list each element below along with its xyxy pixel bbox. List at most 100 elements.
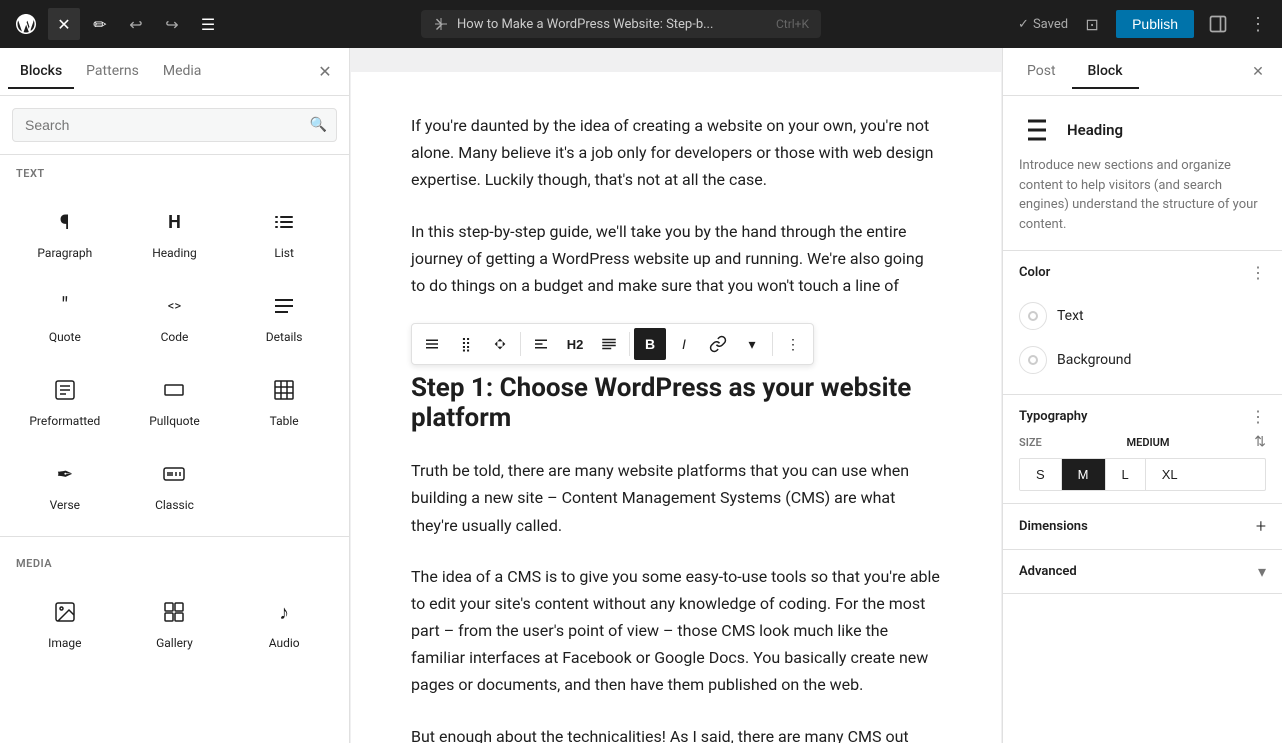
document-title-bar[interactable]: How to Make a WordPress Website: Step-b.… bbox=[421, 10, 821, 38]
size-l-button[interactable]: L bbox=[1106, 459, 1146, 490]
left-sidebar: Blocks Patterns Media ✕ 🔍 TEXT ¶ Paragra… bbox=[0, 48, 350, 743]
size-adjust-icon[interactable]: ⇅ bbox=[1254, 434, 1266, 450]
advanced-section: Advanced ▾ bbox=[1003, 550, 1282, 594]
editor-main: If you're daunted by the idea of creatin… bbox=[350, 48, 1002, 743]
topbar-shortcut: Ctrl+K bbox=[776, 17, 809, 31]
media-section-label: MEDIA bbox=[0, 545, 349, 578]
toolbar-bold-button[interactable]: B bbox=[634, 328, 666, 360]
tab-media[interactable]: Media bbox=[151, 55, 214, 89]
text-color-indicator bbox=[1028, 311, 1038, 321]
tab-post[interactable]: Post bbox=[1011, 55, 1072, 89]
toolbar-align-button[interactable] bbox=[525, 328, 557, 360]
block-item-audio[interactable]: ♪ Audio bbox=[231, 582, 337, 662]
view-button[interactable]: ⊡ bbox=[1076, 8, 1108, 40]
tab-patterns[interactable]: Patterns bbox=[74, 55, 151, 89]
dimensions-add-button[interactable]: + bbox=[1256, 516, 1266, 537]
color-option-background[interactable]: Background bbox=[1019, 338, 1266, 382]
block-item-image[interactable]: Image bbox=[12, 582, 118, 662]
toolbar-italic-button[interactable]: I bbox=[668, 328, 700, 360]
editor-paragraph-5[interactable]: But enough about the technicalities! As … bbox=[411, 723, 941, 743]
toolbar-options-button[interactable]: ⋮ bbox=[777, 328, 809, 360]
publish-button[interactable]: Publish bbox=[1116, 10, 1194, 38]
color-section-title: Color bbox=[1019, 265, 1050, 280]
color-option-text[interactable]: Text bbox=[1019, 294, 1266, 338]
redo-button[interactable]: ↪ bbox=[156, 8, 188, 40]
editor-paragraph-2[interactable]: In this step-by-step guide, we'll take y… bbox=[411, 218, 941, 300]
advanced-header[interactable]: Advanced ▾ bbox=[1019, 562, 1266, 581]
block-item-gallery[interactable]: Gallery bbox=[122, 582, 228, 662]
typography-more-button[interactable]: ⋮ bbox=[1250, 407, 1266, 426]
toolbar-move-button[interactable] bbox=[484, 328, 516, 360]
close-editor-button[interactable]: ✕ bbox=[48, 8, 80, 40]
block-item-quote[interactable]: " Quote bbox=[12, 276, 118, 356]
editor-paragraph-1[interactable]: If you're daunted by the idea of creatin… bbox=[411, 112, 941, 194]
gallery-label: Gallery bbox=[156, 636, 193, 650]
audio-icon: ♪ bbox=[266, 594, 302, 630]
tab-blocks[interactable]: Blocks bbox=[8, 55, 74, 89]
background-color-swatch[interactable] bbox=[1019, 346, 1047, 374]
more-options-button[interactable]: ⋮ bbox=[1242, 8, 1274, 40]
size-s-button[interactable]: S bbox=[1020, 459, 1062, 490]
heading-icon: H bbox=[156, 204, 192, 240]
tab-block[interactable]: Block bbox=[1072, 55, 1139, 89]
editor-heading[interactable]: Step 1: Choose WordPress as your website… bbox=[411, 373, 941, 433]
advanced-chevron-icon: ▾ bbox=[1258, 562, 1266, 581]
search-container: 🔍 bbox=[0, 96, 349, 155]
list-label: List bbox=[274, 246, 294, 260]
image-icon bbox=[47, 594, 83, 630]
image-label: Image bbox=[48, 636, 81, 650]
search-input[interactable] bbox=[12, 108, 337, 142]
size-m-button[interactable]: M bbox=[1062, 459, 1106, 490]
sidebar-toggle-button[interactable] bbox=[1202, 8, 1234, 40]
toolbar-justify-button[interactable] bbox=[593, 328, 625, 360]
size-buttons: S M L XL bbox=[1019, 458, 1266, 491]
text-color-label: Text bbox=[1057, 308, 1084, 324]
typography-section: Typography ⋮ SIZE MEDIUM ⇅ S M L XL bbox=[1003, 395, 1282, 504]
background-color-indicator bbox=[1028, 355, 1038, 365]
wp-logo[interactable] bbox=[8, 6, 44, 42]
block-item-details[interactable]: Details bbox=[231, 276, 337, 356]
toolbar-h2-button[interactable]: H2 bbox=[559, 328, 591, 360]
quote-label: Quote bbox=[49, 330, 81, 344]
editor-paragraph-3[interactable]: Truth be told, there are many website pl… bbox=[411, 457, 941, 539]
main-layout: Blocks Patterns Media ✕ 🔍 TEXT ¶ Paragra… bbox=[0, 48, 1282, 743]
block-item-pullquote[interactable]: Pullquote bbox=[122, 360, 228, 440]
editor-paragraph-4[interactable]: The idea of a CMS is to give you some ea… bbox=[411, 563, 941, 699]
block-item-verse[interactable]: ✒ Verse bbox=[12, 444, 118, 524]
block-item-paragraph[interactable]: ¶ Paragraph bbox=[12, 192, 118, 272]
block-item-table[interactable]: Table bbox=[231, 360, 337, 440]
toolbar-drag-button[interactable]: ⣿ bbox=[450, 328, 482, 360]
document-overview-button[interactable]: ☰ bbox=[192, 8, 224, 40]
color-more-button[interactable]: ⋮ bbox=[1250, 263, 1266, 282]
text-blocks-grid: ¶ Paragraph H Heading List " bbox=[0, 188, 349, 528]
block-item-preformatted[interactable]: Preformatted bbox=[12, 360, 118, 440]
block-item-classic[interactable]: Classic bbox=[122, 444, 228, 524]
typography-section-title: Typography bbox=[1019, 409, 1088, 424]
pullquote-label: Pullquote bbox=[149, 414, 200, 428]
size-xl-button[interactable]: XL bbox=[1146, 459, 1194, 490]
sidebar-close-button[interactable]: ✕ bbox=[309, 56, 341, 88]
toolbar-divider-3 bbox=[772, 332, 773, 356]
right-sidebar-close[interactable]: ✕ bbox=[1242, 56, 1274, 88]
block-item-heading[interactable]: H Heading bbox=[122, 192, 228, 272]
toolbar-divider-1 bbox=[520, 332, 521, 356]
edit-mode-button[interactable]: ✏ bbox=[84, 8, 116, 40]
text-color-swatch[interactable] bbox=[1019, 302, 1047, 330]
classic-label: Classic bbox=[155, 498, 194, 512]
heading-label: Heading bbox=[152, 246, 197, 260]
advanced-title: Advanced bbox=[1019, 564, 1077, 579]
toolbar-transform-button[interactable] bbox=[416, 328, 448, 360]
document-title: How to Make a WordPress Website: Step-b.… bbox=[457, 17, 713, 32]
toolbar-link-button[interactable] bbox=[702, 328, 734, 360]
toolbar-more-rich-button[interactable]: ▾ bbox=[736, 328, 768, 360]
size-value: MEDIUM bbox=[1127, 436, 1170, 449]
block-type-title: Heading bbox=[1067, 121, 1123, 139]
block-item-code[interactable]: <> Code bbox=[122, 276, 228, 356]
block-item-list[interactable]: List bbox=[231, 192, 337, 272]
block-type-icon bbox=[1019, 112, 1055, 148]
undo-button[interactable]: ↩ bbox=[120, 8, 152, 40]
editor-content[interactable]: If you're daunted by the idea of creatin… bbox=[351, 72, 1001, 743]
color-section: Color ⋮ Text Background bbox=[1003, 251, 1282, 395]
save-status: ✓ Saved bbox=[1018, 17, 1068, 32]
color-section-header: Color ⋮ bbox=[1019, 263, 1266, 282]
